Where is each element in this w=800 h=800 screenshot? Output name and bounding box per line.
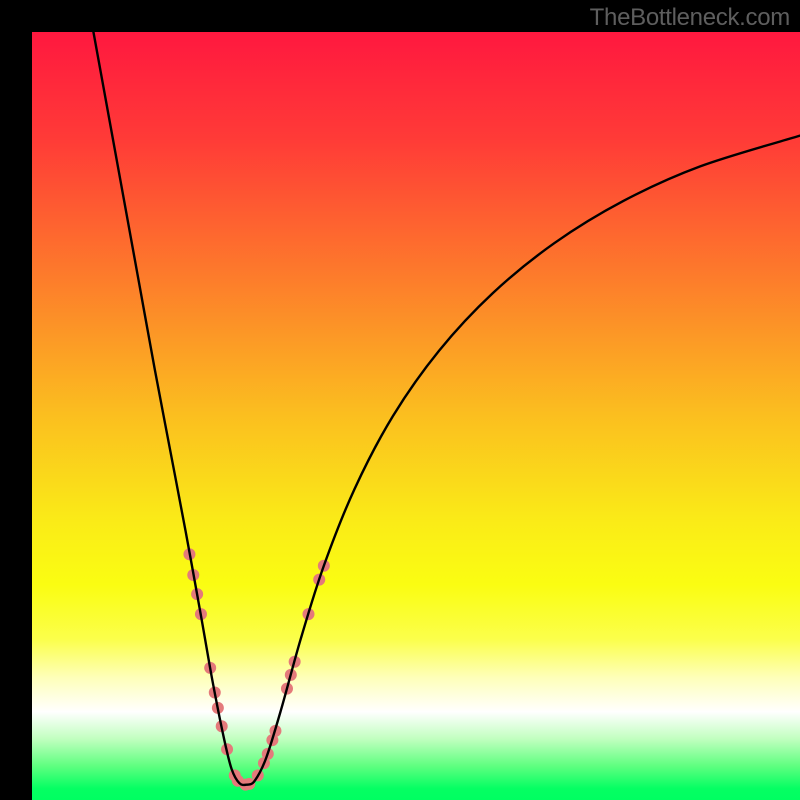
- watermark-text: TheBottleneck.com: [590, 4, 790, 32]
- gradient-background: [32, 32, 800, 800]
- chart-frame: TheBottleneck.com: [0, 0, 800, 800]
- chart-plot: [32, 32, 800, 800]
